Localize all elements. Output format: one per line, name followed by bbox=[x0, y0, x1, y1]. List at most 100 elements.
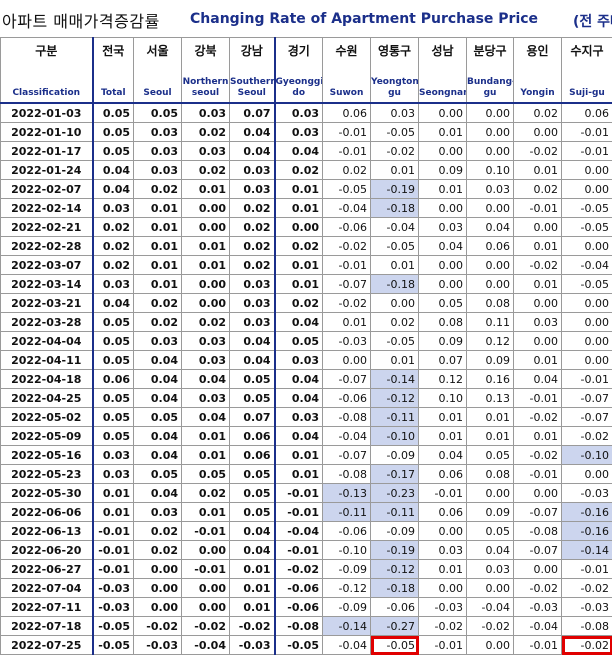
rate-cell: -0.02 bbox=[514, 579, 562, 598]
column-header: 영통구Yeongtong-gu bbox=[371, 38, 419, 104]
rate-cell: -0.12 bbox=[371, 560, 419, 579]
rate-cell: 0.03 bbox=[514, 313, 562, 332]
row-date: 2022-03-14 bbox=[1, 275, 93, 294]
rate-cell: 0.05 bbox=[275, 332, 323, 351]
rate-cell: -0.08 bbox=[275, 617, 323, 636]
rate-cell: 0.03 bbox=[182, 389, 230, 408]
rate-cell: -0.05 bbox=[371, 636, 419, 655]
rate-cell: 0.02 bbox=[93, 218, 134, 237]
rate-cell: -0.03 bbox=[230, 636, 275, 655]
rate-cell: 0.01 bbox=[275, 465, 323, 484]
rate-cell: -0.17 bbox=[371, 465, 419, 484]
rate-cell: -0.16 bbox=[562, 522, 612, 541]
rate-cell: -0.03 bbox=[562, 484, 612, 503]
rate-cell: 0.05 bbox=[230, 370, 275, 389]
rate-cell: 0.02 bbox=[182, 123, 230, 142]
rate-cell: 0.02 bbox=[275, 294, 323, 313]
rate-cell: -0.14 bbox=[371, 370, 419, 389]
column-header-korean: 서울 bbox=[134, 42, 181, 59]
rate-cell: 0.00 bbox=[467, 142, 514, 161]
row-date: 2022-07-18 bbox=[1, 617, 93, 636]
column-header-korean: 수지구 bbox=[562, 42, 612, 59]
rate-cell: -0.02 bbox=[514, 256, 562, 275]
rate-cell: -0.11 bbox=[323, 503, 371, 522]
column-header: 강남Southern Seoul bbox=[230, 38, 275, 104]
rate-cell: 0.03 bbox=[275, 123, 323, 142]
rate-cell: 0.03 bbox=[182, 351, 230, 370]
rate-cell: 0.05 bbox=[419, 294, 467, 313]
rate-cell: 0.03 bbox=[134, 503, 182, 522]
rate-cell: -0.16 bbox=[562, 503, 612, 522]
rate-cell: 0.00 bbox=[467, 275, 514, 294]
rate-cell: 0.04 bbox=[275, 370, 323, 389]
rate-cell: 0.10 bbox=[467, 161, 514, 180]
column-header-english: Bundang-gu bbox=[467, 77, 513, 99]
column-header-english: Yongin bbox=[514, 88, 561, 99]
column-header-english: Seongnam bbox=[419, 88, 466, 99]
column-header-korean: 경기 bbox=[276, 42, 323, 59]
rate-cell: 0.00 bbox=[514, 332, 562, 351]
rate-cell: -0.01 bbox=[275, 503, 323, 522]
rate-cell: 0.05 bbox=[134, 103, 182, 123]
rate-cell: -0.07 bbox=[514, 541, 562, 560]
rate-cell: -0.27 bbox=[371, 617, 419, 636]
rate-cell: 0.00 bbox=[562, 351, 612, 370]
rate-cell: 0.04 bbox=[134, 446, 182, 465]
column-header-english: Seoul bbox=[134, 88, 181, 99]
rate-cell: 0.02 bbox=[93, 237, 134, 256]
rate-cell: 0.01 bbox=[514, 161, 562, 180]
rate-cell: 0.04 bbox=[275, 142, 323, 161]
rate-cell: 0.04 bbox=[93, 180, 134, 199]
rate-cell: 0.02 bbox=[230, 218, 275, 237]
table-row: 2022-05-160.030.040.010.060.01-0.07-0.09… bbox=[1, 446, 612, 465]
rate-cell: 0.00 bbox=[467, 484, 514, 503]
rate-cell: -0.06 bbox=[275, 579, 323, 598]
title-korean: 아파트 매매가격증감률 bbox=[2, 8, 160, 32]
rate-cell: 0.01 bbox=[182, 180, 230, 199]
rate-cell: -0.18 bbox=[371, 579, 419, 598]
rate-cell: -0.07 bbox=[562, 389, 612, 408]
rate-cell: 0.03 bbox=[275, 351, 323, 370]
row-date: 2022-03-07 bbox=[1, 256, 93, 275]
rate-cell: -0.06 bbox=[371, 598, 419, 617]
rate-cell: 0.03 bbox=[419, 541, 467, 560]
rate-cell: 0.04 bbox=[419, 237, 467, 256]
header-row: 구분Classification전국Total서울Seoul강북Northern… bbox=[1, 38, 612, 104]
rate-cell: 0.04 bbox=[230, 123, 275, 142]
column-header: 수지구 Suji-gu bbox=[562, 38, 612, 104]
rate-cell: 0.05 bbox=[93, 351, 134, 370]
row-date: 2022-06-27 bbox=[1, 560, 93, 579]
rate-cell: 0.01 bbox=[419, 408, 467, 427]
rate-cell: 0.05 bbox=[230, 503, 275, 522]
table-row: 2022-04-040.050.030.030.040.05-0.03-0.05… bbox=[1, 332, 612, 351]
rate-cell: 0.01 bbox=[514, 427, 562, 446]
rate-cell: 0.05 bbox=[93, 332, 134, 351]
rate-cell: 0.12 bbox=[467, 332, 514, 351]
rate-cell: -0.04 bbox=[323, 427, 371, 446]
rate-cell: 0.01 bbox=[134, 275, 182, 294]
rate-cell: 0.06 bbox=[467, 237, 514, 256]
rate-cell: 0.05 bbox=[230, 484, 275, 503]
column-header-english: Suji-gu bbox=[562, 88, 612, 99]
column-header: 전국Total bbox=[93, 38, 134, 104]
row-date: 2022-01-17 bbox=[1, 142, 93, 161]
rate-cell: -0.01 bbox=[93, 541, 134, 560]
rate-cell: 0.00 bbox=[371, 294, 419, 313]
rate-cell: 0.05 bbox=[230, 465, 275, 484]
rate-cell: 0.02 bbox=[134, 313, 182, 332]
rate-cell: -0.03 bbox=[134, 636, 182, 655]
rate-cell: -0.01 bbox=[182, 522, 230, 541]
rate-cell: -0.02 bbox=[323, 294, 371, 313]
rate-cell: -0.10 bbox=[371, 427, 419, 446]
rate-cell: -0.02 bbox=[275, 560, 323, 579]
rate-cell: -0.06 bbox=[323, 389, 371, 408]
rate-cell: -0.07 bbox=[562, 408, 612, 427]
rate-cell: 0.00 bbox=[514, 560, 562, 579]
row-date: 2022-06-06 bbox=[1, 503, 93, 522]
rate-cell: -0.07 bbox=[514, 503, 562, 522]
rate-cell: -0.01 bbox=[514, 465, 562, 484]
rate-cell: -0.01 bbox=[419, 636, 467, 655]
row-date: 2022-07-11 bbox=[1, 598, 93, 617]
rate-cell: 0.00 bbox=[275, 218, 323, 237]
table-row: 2022-01-100.050.030.020.040.03-0.01-0.05… bbox=[1, 123, 612, 142]
